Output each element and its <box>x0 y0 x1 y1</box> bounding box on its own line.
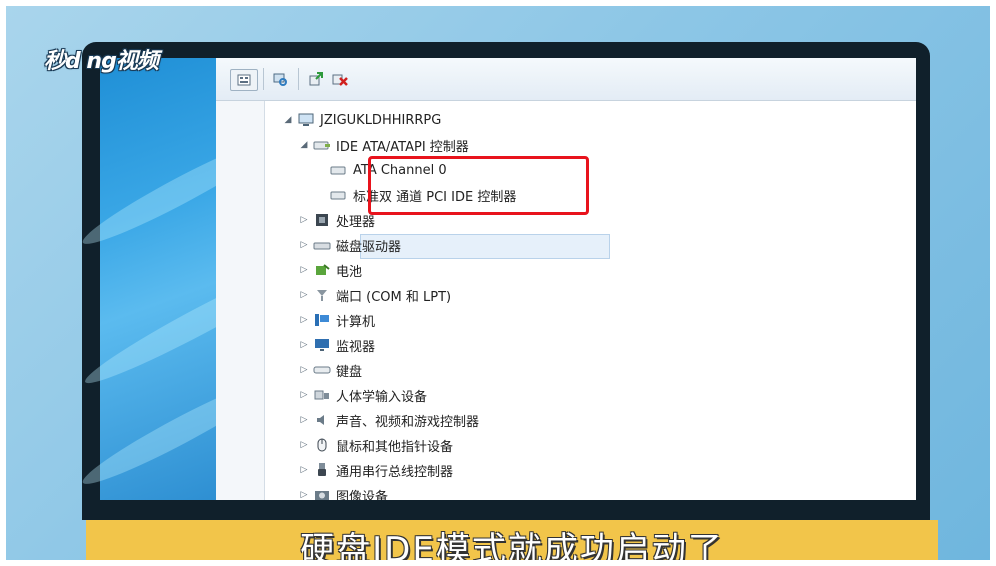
expand-closed-icon[interactable]: ▷ <box>298 215 310 225</box>
tree-item-label: 通用串行总线控制器 <box>336 464 454 480</box>
disk-drive-icon <box>313 237 331 253</box>
laptop-bezel: ◢ JZIGUKLDHHIRRPG ◢ IDE ATA/ATAPI 控制器 AT… <box>76 42 930 520</box>
expand-closed-icon[interactable]: ▷ <box>298 415 310 425</box>
show-hidden-icon[interactable] <box>230 69 258 91</box>
tree-item-disk-drives[interactable]: ▷ 磁盘驱动器 <box>298 234 401 256</box>
left-pane <box>216 101 265 500</box>
video-frame: 秒d ng视频 ◢ JZIGUKLDHHIRRPG ◢ IDE ATA/ATAP… <box>6 6 990 560</box>
expand-closed-icon[interactable]: ▷ <box>298 290 310 300</box>
tree-item-processors[interactable]: ▷ 处理器 <box>298 209 375 231</box>
expand-closed-icon[interactable]: ▷ <box>298 265 310 275</box>
toolbar <box>216 58 916 101</box>
tree-item-label: 计算机 <box>336 314 376 330</box>
tree-item-batteries[interactable]: ▷ 电池 <box>298 259 362 281</box>
update-driver-icon[interactable] <box>306 69 326 89</box>
expand-closed-icon[interactable]: ▷ <box>298 340 310 350</box>
scan-icon[interactable] <box>270 69 290 89</box>
tree-item-label: 键盘 <box>336 364 363 380</box>
highlight-box <box>368 156 589 215</box>
ide-channel-icon <box>330 162 348 178</box>
uninstall-icon[interactable] <box>330 69 350 89</box>
computer-icon <box>313 312 331 328</box>
device-tree: ◢ JZIGUKLDHHIRRPG ◢ IDE ATA/ATAPI 控制器 AT… <box>264 101 916 500</box>
expand-open-icon[interactable]: ◢ <box>298 140 310 150</box>
watermark-logo: 秒d ng视频 <box>44 49 159 74</box>
mouse-icon <box>313 437 331 453</box>
tree-item-label: 磁盘驱动器 <box>336 239 402 255</box>
tree-item-computer[interactable]: ▷ 计算机 <box>298 309 375 331</box>
tree-item-label: 端口 (COM 和 LPT) <box>336 289 452 305</box>
tree-item-keyboards[interactable]: ▷ 键盘 <box>298 359 362 381</box>
subtitle-bar: 硬盘IDE模式就成功启动了 <box>86 520 938 560</box>
tree-item-imaging[interactable]: ▷ 图像设备 <box>298 484 388 500</box>
expand-closed-icon[interactable]: ▷ <box>298 315 310 325</box>
expand-closed-icon[interactable]: ▷ <box>298 440 310 450</box>
expand-open-icon[interactable]: ◢ <box>282 115 294 125</box>
subtitle-text: 硬盘IDE模式就成功启动了 <box>300 529 724 561</box>
tree-item-label: 图像设备 <box>336 489 389 501</box>
expand-closed-icon[interactable]: ▷ <box>298 490 310 500</box>
expand-closed-icon[interactable]: ▷ <box>298 465 310 475</box>
tree-item-ports[interactable]: ▷ 端口 (COM 和 LPT) <box>298 284 452 306</box>
tree-item-label: 人体学输入设备 <box>336 389 428 405</box>
usb-icon <box>313 462 331 478</box>
expand-closed-icon[interactable]: ▷ <box>298 390 310 400</box>
tree-item-label: 鼠标和其他指针设备 <box>336 439 454 455</box>
tree-item-mice[interactable]: ▷ 鼠标和其他指针设备 <box>298 434 453 456</box>
ide-controller-icon <box>313 137 331 153</box>
ide-channel-icon <box>330 187 348 203</box>
camera-icon <box>313 487 331 500</box>
tree-item-hid[interactable]: ▷ 人体学输入设备 <box>298 384 427 406</box>
device-manager-window: ◢ JZIGUKLDHHIRRPG ◢ IDE ATA/ATAPI 控制器 AT… <box>216 58 916 500</box>
tree-root[interactable]: ◢ JZIGUKLDHHIRRPG <box>282 109 442 131</box>
tree-item-sound[interactable]: ▷ 声音、视频和游戏控制器 <box>298 409 479 431</box>
tree-item-ide-controllers[interactable]: ◢ IDE ATA/ATAPI 控制器 <box>298 134 469 156</box>
expand-closed-icon[interactable]: ▷ <box>298 365 310 375</box>
desktop-background <box>76 58 321 500</box>
expand-closed-icon[interactable]: ▷ <box>298 240 310 250</box>
processor-icon <box>313 212 331 228</box>
tree-root-label: JZIGUKLDHHIRRPG <box>320 112 442 128</box>
keyboard-icon <box>313 362 331 378</box>
hid-icon <box>313 387 331 403</box>
speaker-icon <box>313 412 331 428</box>
battery-icon <box>313 262 331 278</box>
tree-item-label: 声音、视频和游戏控制器 <box>336 414 480 430</box>
tree-item-monitors[interactable]: ▷ 监视器 <box>298 334 375 356</box>
computer-icon <box>297 112 315 128</box>
tree-item-label: 电池 <box>336 264 363 280</box>
monitor-icon <box>313 337 331 353</box>
toolbar-separator <box>263 68 264 90</box>
tree-item-usb[interactable]: ▷ 通用串行总线控制器 <box>298 459 453 481</box>
tree-item-label: 监视器 <box>336 339 376 355</box>
toolbar-separator <box>298 68 299 90</box>
port-icon <box>313 287 331 303</box>
tree-item-label: IDE ATA/ATAPI 控制器 <box>336 139 469 155</box>
